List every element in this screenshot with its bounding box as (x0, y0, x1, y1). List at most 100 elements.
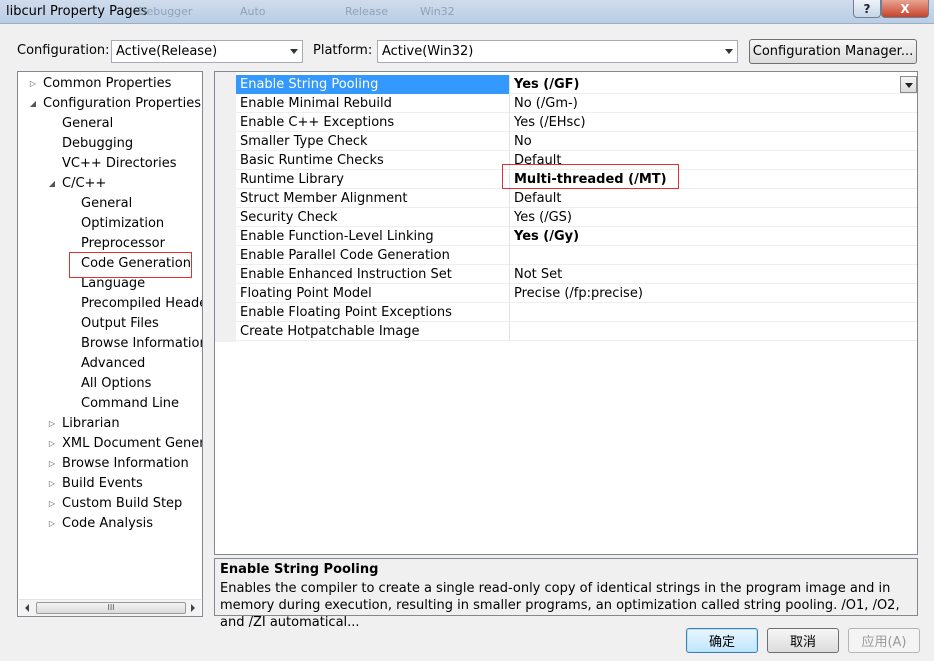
tree-item[interactable]: General (18, 114, 202, 134)
tree-item[interactable]: ▷ Code Analysis (18, 514, 202, 534)
scroll-left-icon[interactable] (25, 604, 29, 612)
tree-item[interactable]: Advanced (18, 354, 202, 374)
platform-label: Platform: (313, 43, 373, 58)
property-value[interactable] (511, 246, 917, 265)
tree-item[interactable]: Browse Information (18, 334, 202, 354)
tree-item[interactable]: VC++ Directories (18, 154, 202, 174)
property-name: Smaller Type Check (236, 132, 510, 151)
apply-button[interactable]: 应用(A) (848, 628, 920, 653)
tree-item-label: Custom Build Step (62, 496, 183, 511)
property-value[interactable]: Yes (/GS) (511, 208, 917, 227)
property-name: Floating Point Model (236, 284, 510, 303)
property-name: Enable Function-Level Linking (236, 227, 510, 246)
property-row[interactable]: Smaller Type Check No (236, 132, 917, 151)
property-row[interactable]: Floating Point Model Precise (/fp:precise… (236, 284, 917, 303)
property-row[interactable]: Enable Floating Point Exceptions (236, 303, 917, 322)
tree-item[interactable]: Preprocessor (18, 234, 202, 254)
collapsed-arrow-icon[interactable]: ▷ (47, 514, 57, 534)
collapsed-arrow-icon[interactable]: ▷ (47, 454, 57, 474)
property-row[interactable]: Security Check Yes (/GS) (236, 208, 917, 227)
property-value[interactable]: Not Set (511, 265, 917, 284)
tree-item[interactable]: ◢ C/C++ (18, 174, 202, 194)
property-row[interactable]: Enable Enhanced Instruction Set Not Set (236, 265, 917, 284)
property-value[interactable]: Default (511, 189, 917, 208)
property-name: Enable Enhanced Instruction Set (236, 265, 510, 284)
tree-item[interactable]: ▷ Browse Information (18, 454, 202, 474)
tree-item-label: C/C++ (62, 176, 107, 191)
collapsed-arrow-icon[interactable]: ▷ (47, 414, 57, 434)
tree-item[interactable]: ▷ Build Events (18, 474, 202, 494)
tree-item[interactable]: All Options (18, 374, 202, 394)
property-name: Basic Runtime Checks (236, 151, 510, 170)
configuration-manager-button[interactable]: Configuration Manager... (749, 39, 917, 64)
tree-item-label: Common Properties (43, 76, 172, 91)
scroll-right-icon[interactable] (191, 604, 195, 612)
property-name: Enable Minimal Rebuild (236, 94, 510, 113)
collapsed-arrow-icon[interactable]: ▷ (47, 474, 57, 494)
property-tree: ▷ Common Properties ◢ Configuration Propert… (17, 71, 203, 617)
property-value[interactable] (511, 322, 917, 341)
cancel-button[interactable]: 取消 (767, 628, 839, 653)
chevron-down-icon (290, 49, 298, 54)
tree-item-label: VC++ Directories (62, 156, 177, 171)
expanded-arrow-icon[interactable]: ◢ (28, 94, 38, 114)
scroll-thumb[interactable]: III (36, 602, 186, 614)
configuration-dropdown[interactable]: Active(Release) (111, 40, 303, 63)
tree-horizontal-scrollbar[interactable]: III (19, 599, 201, 616)
expanded-arrow-icon[interactable]: ◢ (47, 174, 57, 194)
tree-item[interactable]: ▷ Librarian (18, 414, 202, 434)
property-row[interactable]: Enable C++ Exceptions Yes (/EHsc) (236, 113, 917, 132)
property-row[interactable]: Enable String Pooling Yes (/GF) (236, 75, 917, 94)
chevron-down-icon (905, 83, 913, 88)
property-row[interactable]: Struct Member Alignment Default (236, 189, 917, 208)
property-name: Enable Parallel Code Generation (236, 246, 510, 265)
tree-item[interactable]: ◢ Configuration Properties (18, 94, 202, 114)
tree-item-label: Debugging (62, 136, 134, 151)
ok-button[interactable]: 确定 (686, 628, 758, 653)
close-icon: X (900, 1, 910, 16)
ghost-toolbar-item: Auto (240, 5, 266, 18)
property-value[interactable]: Yes (/GF) (511, 75, 917, 94)
tree-item[interactable]: General (18, 194, 202, 214)
collapsed-arrow-icon[interactable]: ▷ (47, 494, 57, 514)
configuration-value: Active(Release) (116, 44, 218, 59)
tree-item-label: Librarian (62, 416, 120, 431)
help-icon: ? (863, 1, 871, 16)
property-row[interactable]: Enable Parallel Code Generation (236, 246, 917, 265)
value-dropdown-button[interactable] (900, 76, 917, 93)
tree-item[interactable]: Command Line (18, 394, 202, 414)
grid-gutter (215, 72, 236, 342)
tree-item[interactable]: Optimization (18, 214, 202, 234)
tree-item-label: Preprocessor (81, 236, 165, 251)
property-grid: Enable String Pooling Yes (/GF) Enable Min… (214, 71, 918, 555)
property-value[interactable]: Precise (/fp:precise) (511, 284, 917, 303)
collapsed-arrow-icon[interactable]: ▷ (28, 74, 38, 94)
help-button[interactable]: ? (853, 0, 881, 18)
property-name: Create Hotpatchable Image (236, 322, 510, 341)
tree-item[interactable]: ▷ XML Document Generat (18, 434, 202, 454)
tree-item-label: Output Files (81, 316, 159, 331)
property-value[interactable]: Yes (/Gy) (511, 227, 917, 246)
property-value[interactable] (511, 303, 917, 322)
property-name: Enable Floating Point Exceptions (236, 303, 510, 322)
tree-item[interactable]: ▷ Common Properties (18, 74, 202, 94)
property-name: Enable String Pooling (236, 75, 510, 94)
description-panel: Enable String Pooling Enables the compil… (214, 558, 918, 630)
tree-item-label: All Options (81, 376, 152, 391)
property-value[interactable]: No (511, 132, 917, 151)
tree-item-label: Command Line (81, 396, 180, 411)
tree-item-label: Browse Information (62, 456, 189, 471)
tree-item[interactable]: Precompiled Header (18, 294, 202, 314)
tree-item[interactable]: ▷ Custom Build Step (18, 494, 202, 514)
platform-dropdown[interactable]: Active(Win32) (377, 40, 738, 63)
configuration-label: Configuration: (17, 43, 110, 58)
tree-item[interactable]: Debugging (18, 134, 202, 154)
tree-item[interactable]: Output Files (18, 314, 202, 334)
property-value[interactable]: Yes (/EHsc) (511, 113, 917, 132)
close-button[interactable]: X (881, 0, 929, 18)
property-value[interactable]: No (/Gm-) (511, 94, 917, 113)
property-row[interactable]: Enable Minimal Rebuild No (/Gm-) (236, 94, 917, 113)
collapsed-arrow-icon[interactable]: ▷ (47, 434, 57, 454)
property-row[interactable]: Create Hotpatchable Image (236, 322, 917, 341)
property-row[interactable]: Enable Function-Level Linking Yes (/Gy) (236, 227, 917, 246)
